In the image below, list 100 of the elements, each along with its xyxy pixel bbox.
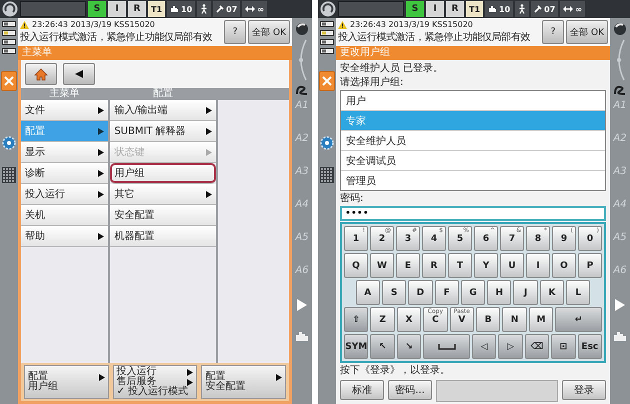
- close-button[interactable]: [1, 71, 17, 91]
- menu-item[interactable]: 关机: [21, 205, 108, 226]
- swirl-icon[interactable]: [295, 84, 309, 96]
- menu-item[interactable]: 显示: [21, 142, 108, 163]
- close-button[interactable]: [319, 71, 335, 91]
- menu-item[interactable]: 用户组: [110, 163, 216, 184]
- keyboard-key[interactable]: X: [396, 307, 422, 332]
- keyboard-key[interactable]: I: [526, 253, 550, 278]
- status-readout[interactable]: T1: [148, 1, 166, 17]
- arrow-icon: [98, 148, 104, 156]
- breadcrumb-button[interactable]: 配置 安全配置: [201, 365, 286, 399]
- keyboard-key[interactable]: ⇧: [344, 307, 368, 332]
- menu-item[interactable]: 机器配置: [110, 226, 216, 247]
- globe-icon[interactable]: [295, 22, 309, 36]
- logo-icon[interactable]: [320, 1, 336, 17]
- keyboard-key[interactable]: Y: [474, 253, 498, 278]
- keyboard-key[interactable]: M: [528, 307, 554, 332]
- acknowledge-button[interactable]: 全部 OK: [566, 20, 608, 44]
- menu-item[interactable]: 诊断: [21, 163, 108, 184]
- space-key[interactable]: [423, 334, 470, 359]
- keyboard-key[interactable]: H: [487, 280, 512, 305]
- menu-item[interactable]: 文件: [21, 100, 108, 121]
- play-icon[interactable]: [296, 298, 308, 312]
- home-button[interactable]: [25, 63, 57, 85]
- keyboard-key[interactable]: ◁: [472, 334, 496, 359]
- keyboard-key[interactable]: J: [513, 280, 538, 305]
- keyboard-key[interactable]: N: [502, 307, 527, 332]
- mode-key[interactable]: I: [108, 1, 126, 17]
- keyboard-key[interactable]: D: [408, 280, 433, 305]
- menu-item[interactable]: 输入/输出端: [110, 100, 216, 121]
- keyboard-key[interactable]: ↵: [555, 307, 602, 332]
- menu-item[interactable]: SUBMIT 解释器: [110, 121, 216, 142]
- back-button[interactable]: [63, 63, 95, 85]
- breadcrumb-button[interactable]: 配置 用户组: [24, 365, 109, 399]
- mode-key[interactable]: S: [88, 1, 106, 17]
- menu-item[interactable]: 安全配置: [110, 205, 216, 226]
- mode-key[interactable]: I: [426, 1, 444, 17]
- menu-item[interactable]: 其它: [110, 184, 216, 205]
- help-button[interactable]: ?: [542, 20, 564, 44]
- swirl-icon[interactable]: [613, 84, 627, 96]
- mode-key[interactable]: R: [128, 1, 146, 17]
- breadcrumb-button[interactable]: 投入运行 售后服务 ✓ 投入运行模式: [112, 365, 198, 399]
- keyboard-key[interactable]: ⊡: [551, 334, 576, 359]
- keyboard-key[interactable]: Esc: [578, 334, 602, 359]
- status-text: 安全维护人员 已登录。: [340, 62, 444, 75]
- hand-icon[interactable]: [295, 330, 309, 342]
- gear-icon[interactable]: [320, 136, 334, 150]
- keyboard-key[interactable]: W: [370, 253, 394, 278]
- status-readout[interactable]: 07: [213, 1, 240, 17]
- keyboard-key[interactable]: Q: [344, 253, 368, 278]
- tiles-icon[interactable]: [2, 167, 16, 183]
- keyboard-key[interactable]: Z: [370, 307, 395, 332]
- warning-icon: [20, 20, 29, 28]
- play-icon[interactable]: [614, 298, 626, 312]
- keyboard-key[interactable]: ↘: [396, 334, 422, 359]
- keyboard-key[interactable]: P: [578, 253, 602, 278]
- arrow-icon: [206, 128, 212, 134]
- tiles-icon[interactable]: [320, 167, 334, 183]
- keyboard-key[interactable]: B: [476, 307, 500, 332]
- keyboard-key[interactable]: G: [460, 280, 486, 305]
- gear-icon[interactable]: [2, 136, 16, 150]
- logo-icon[interactable]: [2, 1, 18, 17]
- keyboard-key[interactable]: SYM: [344, 334, 368, 359]
- status-readout[interactable]: T1: [466, 1, 484, 17]
- help-button[interactable]: ?: [224, 20, 246, 44]
- keyboard-key[interactable]: R: [422, 253, 446, 278]
- keyboard-key[interactable]: F: [434, 280, 459, 305]
- mode-key[interactable]: R: [446, 1, 464, 17]
- keyboard-key[interactable]: K: [540, 280, 564, 305]
- menu-item[interactable]: 投入运行: [21, 184, 108, 205]
- acknowledge-button[interactable]: 全部 OK: [248, 20, 290, 44]
- dialog-button[interactable]: 密码...: [388, 380, 432, 400]
- hand-icon[interactable]: [613, 330, 627, 342]
- dialog-button[interactable]: 登录: [562, 380, 606, 400]
- status-readout[interactable]: ∞: [242, 1, 267, 17]
- keyboard-key[interactable]: T: [448, 253, 472, 278]
- keyboard-key[interactable]: ⌫: [524, 334, 550, 359]
- mode-key[interactable]: S: [406, 1, 424, 17]
- menu-item[interactable]: 帮助: [21, 226, 108, 247]
- keyboard-key[interactable]: ▷: [498, 334, 523, 359]
- status-readout[interactable]: 07: [531, 1, 558, 17]
- status-readout[interactable]: ∞: [560, 1, 585, 17]
- keyboard-key[interactable]: ↖: [370, 334, 395, 359]
- password-field[interactable]: ••••: [340, 206, 606, 221]
- dialog-button[interactable]: 标准: [340, 380, 384, 400]
- keyboard-key[interactable]: E: [396, 253, 420, 278]
- keyboard-key[interactable]: A: [356, 280, 380, 305]
- status-readout[interactable]: 10: [167, 1, 196, 17]
- keyboard-key[interactable]: L: [566, 280, 590, 305]
- keyboard-key[interactable]: S: [382, 280, 406, 305]
- list-item[interactable]: 安全维护人员: [341, 131, 605, 151]
- keyboard-key[interactable]: O: [552, 253, 576, 278]
- globe-icon[interactable]: [613, 22, 627, 36]
- list-item[interactable]: 管理员: [341, 171, 605, 190]
- list-item[interactable]: 安全调试员: [341, 151, 605, 171]
- keyboard-key[interactable]: U: [500, 253, 524, 278]
- password-label: 密码:: [340, 192, 364, 205]
- status-readout[interactable]: 10: [485, 1, 514, 17]
- panel-title: 主菜单: [18, 46, 292, 60]
- arrow-icon: [98, 170, 104, 176]
